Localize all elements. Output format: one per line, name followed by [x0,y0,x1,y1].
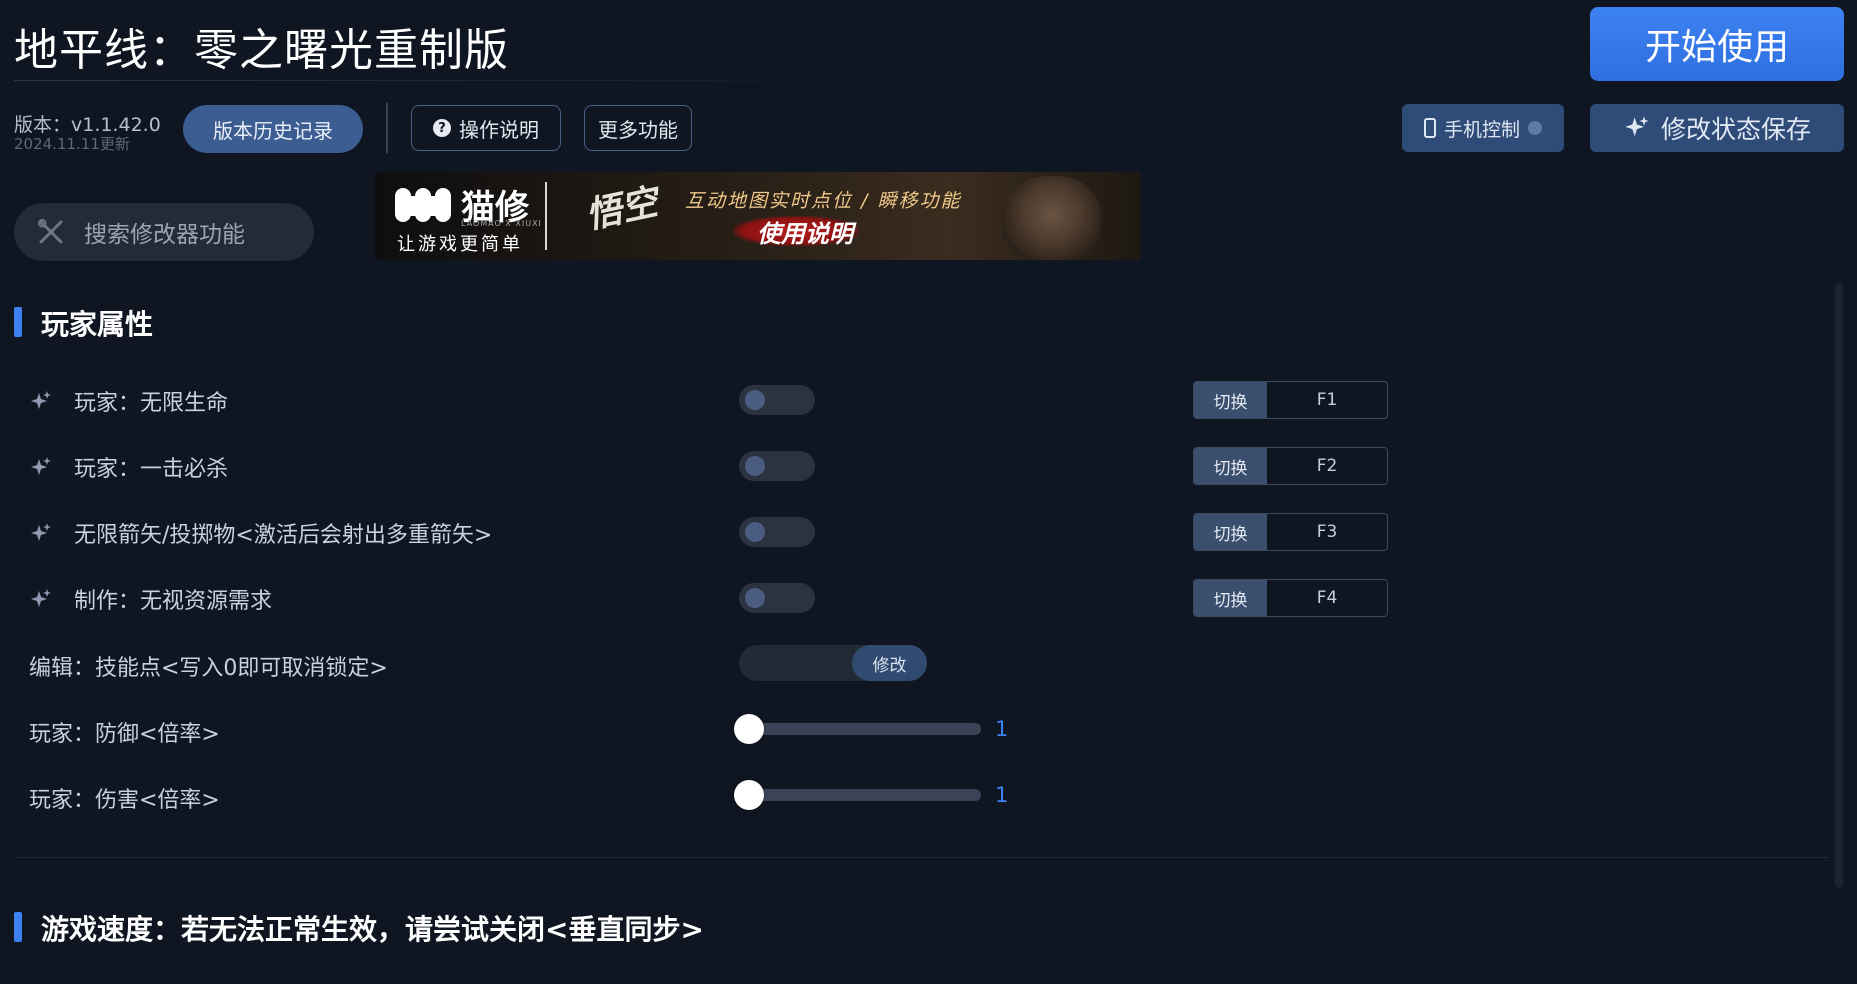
tools-icon [38,219,63,244]
hotkey-key: F3 [1316,522,1338,542]
banner-character-image [1003,176,1101,260]
save-state-button[interactable]: 修改状态保存 [1590,104,1844,152]
help-button[interactable]: ? 操作说明 [411,105,561,151]
slider-value: 1 [995,783,1009,807]
hotkey-button[interactable]: 切换 F4 [1193,579,1388,617]
toolbar-divider [386,103,388,153]
cheat-toggle[interactable] [739,517,815,547]
cheat-label: 无限箭矢/投掷物<激活后会射出多重箭矢> [74,523,493,548]
banner-divider [545,182,547,250]
edit-label: 编辑：技能点<写入0即可取消锁定> [29,656,388,681]
hotkey-tag: 切换 [1194,580,1267,616]
phone-control-button[interactable]: 手机控制 [1402,104,1564,152]
section-marker [14,307,22,337]
hotkey-key: F2 [1316,456,1338,476]
title-underline [14,80,874,81]
hotkey-button[interactable]: 切换 F1 [1193,381,1388,419]
hotkey-tag: 切换 [1194,382,1267,418]
phone-control-label: 手机控制 [1443,118,1520,141]
cheat-toggle[interactable] [739,385,815,415]
slider-label: 玩家：防御<倍率> [29,722,220,747]
section-divider [14,857,1829,858]
cheat-label: 玩家：一击必杀 [74,457,229,482]
banner-feature-text: 互动地图实时点位 / 瞬移功能 [685,190,962,212]
toggle-knob [745,588,765,608]
toggle-knob [745,390,765,410]
hotkey-tag: 切换 [1194,448,1267,484]
sparkle-icon [1625,116,1649,137]
hotkey-key: F1 [1316,390,1338,410]
start-button[interactable]: 开始使用 [1590,7,1844,81]
sparkle-icon [31,589,51,607]
save-state-label: 修改状态保存 [1660,115,1811,144]
hotkey-button[interactable]: 切换 F3 [1193,513,1388,551]
sparkle-icon [31,523,51,541]
hotkey-key: F4 [1316,588,1338,608]
search-placeholder: 搜索修改器功能 [84,222,245,248]
sparkle-icon [31,457,51,475]
sparkle-icon [31,391,51,409]
hotkey-tag: 切换 [1194,514,1267,550]
toggle-knob [745,522,765,542]
section-marker [14,912,22,942]
section-title-game-speed: 游戏速度：若无法正常生效，请尝试关闭<垂直同步> [41,913,704,946]
cheat-toggle[interactable] [739,451,815,481]
promo-banner[interactable]: 猫修 LAOMAO X XIUXI 让游戏更简单 悟空 互动地图实时点位 / 瞬… [375,172,1141,260]
cheat-label: 玩家：无限生命 [74,391,229,416]
damage-slider[interactable] [734,780,981,810]
phone-icon [1423,118,1436,138]
connection-status-icon [1528,121,1542,135]
question-icon: ? [433,119,451,137]
cheat-toggle[interactable] [739,583,815,613]
defense-slider[interactable] [734,714,981,744]
banner-slogan: 让游戏更简单 [397,234,523,255]
slider-value: 1 [995,717,1009,741]
cat-logo-icon [395,188,451,222]
scrollbar[interactable] [1835,283,1843,888]
banner-guide-text: 使用说明 [757,220,853,248]
search-input[interactable]: 搜索修改器功能 [14,203,314,261]
help-button-label: 操作说明 [459,117,539,142]
slider-thumb[interactable] [734,714,764,744]
app-title: 地平线：零之曙光重制版 [14,25,509,76]
more-features-button[interactable]: 更多功能 [584,105,692,151]
version-date: 2024.11.11更新 [14,135,130,153]
slider-label: 玩家：伤害<倍率> [29,788,220,813]
cheat-label: 制作：无视资源需求 [74,589,273,614]
slider-thumb[interactable] [734,780,764,810]
hotkey-button[interactable]: 切换 F2 [1193,447,1388,485]
banner-calligraphy: 悟空 [582,180,662,237]
toggle-knob [745,456,765,476]
modify-button[interactable]: 修改 [852,645,927,681]
more-features-label: 更多功能 [598,117,678,142]
banner-brand-small: LAOMAO X XIUXI [461,219,542,228]
version-history-button[interactable]: 版本历史记录 [183,105,363,153]
section-title-player: 玩家属性 [41,308,154,341]
